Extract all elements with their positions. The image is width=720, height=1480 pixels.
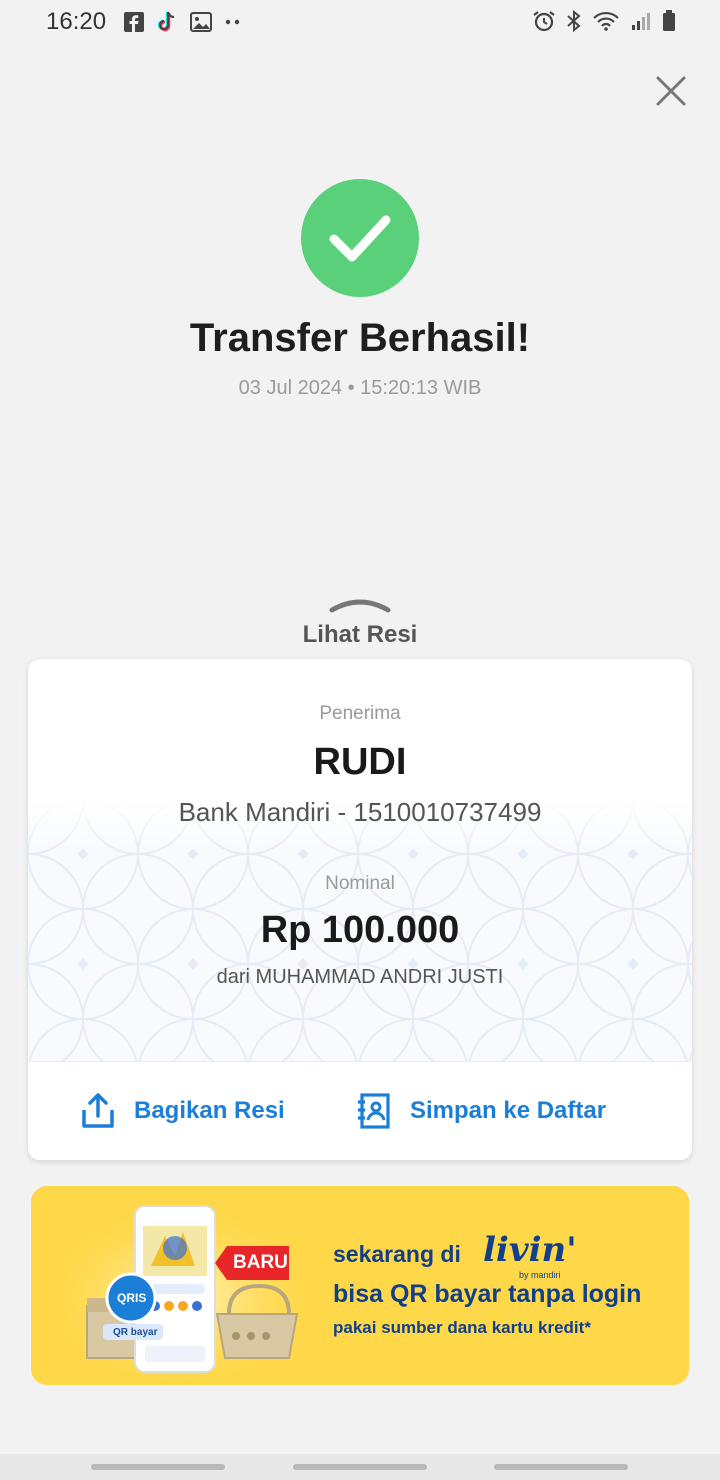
promo-banner[interactable]: QRIS QR bayar BARU sekarang di livin' by…: [31, 1186, 689, 1385]
banner-line2: bisa QR bayar tanpa login: [333, 1280, 642, 1308]
transaction-datetime: 03 Jul 2024 • 15:20:13 WIB: [238, 377, 482, 399]
bluetooth-icon: [567, 10, 581, 32]
new-badge: BARU: [233, 1252, 288, 1273]
receipt-card: Penerima RUDI Bank Mandiri - 15100107374…: [28, 659, 692, 1160]
status-bar: 16:20: [0, 0, 720, 44]
nav-recents-handle[interactable]: [91, 1464, 225, 1470]
recipient-name: RUDI: [313, 741, 407, 783]
signal-icon: [632, 13, 650, 30]
qris-logo: QRIS: [117, 1291, 147, 1305]
recipient-label: Penerima: [319, 703, 401, 724]
share-icon: [82, 1093, 114, 1128]
navigation-bar: [0, 1454, 720, 1480]
checkmark-icon: [329, 215, 391, 262]
battery-icon: [663, 10, 675, 31]
facebook-icon: [124, 12, 144, 32]
view-receipt-toggle[interactable]: Lihat Resi: [260, 596, 460, 649]
sender-name: dari MUHAMMAD ANDRI JUSTI: [216, 966, 504, 988]
livin-logo: livin': [483, 1230, 577, 1270]
qr-pay-label: QR bayar: [113, 1327, 158, 1338]
recipient-bank-account: Bank Mandiri - 1510010737499: [178, 797, 542, 827]
more-dots-icon: [225, 19, 240, 25]
save-to-list-button[interactable]: Simpan ke Daftar: [356, 1092, 606, 1130]
tiktok-icon: [157, 11, 175, 32]
wifi-icon: [593, 11, 619, 31]
nav-back-handle[interactable]: [494, 1464, 628, 1470]
page-title: Transfer Berhasil!: [189, 316, 531, 360]
chevron-up-icon: [329, 599, 391, 613]
banner-line3: pakai sumber dana kartu kredit*: [333, 1318, 591, 1337]
share-receipt-button[interactable]: Bagikan Resi: [80, 1092, 285, 1130]
share-receipt-label: Bagikan Resi: [134, 1097, 285, 1124]
promo-illustration: [41, 1205, 321, 1385]
contact-book-icon: [358, 1093, 390, 1129]
nav-home-handle[interactable]: [293, 1464, 427, 1470]
success-badge: [301, 179, 419, 297]
banner-line1: sekarang di: [333, 1241, 461, 1267]
close-button[interactable]: [650, 70, 692, 112]
livin-logo-sub: by mandiri: [519, 1270, 561, 1280]
amount-label: Nominal: [325, 873, 395, 894]
save-to-list-label: Simpan ke Daftar: [410, 1097, 607, 1124]
view-receipt-label: Lihat Resi: [302, 621, 418, 648]
close-icon: [656, 76, 686, 106]
gallery-icon: [190, 12, 212, 32]
receipt-actions: Bagikan Resi Simpan ke Daftar: [28, 1061, 692, 1160]
status-time: 16:20: [46, 8, 107, 35]
transfer-amount: Rp 100.000: [260, 909, 460, 951]
alarm-icon: [533, 11, 555, 32]
